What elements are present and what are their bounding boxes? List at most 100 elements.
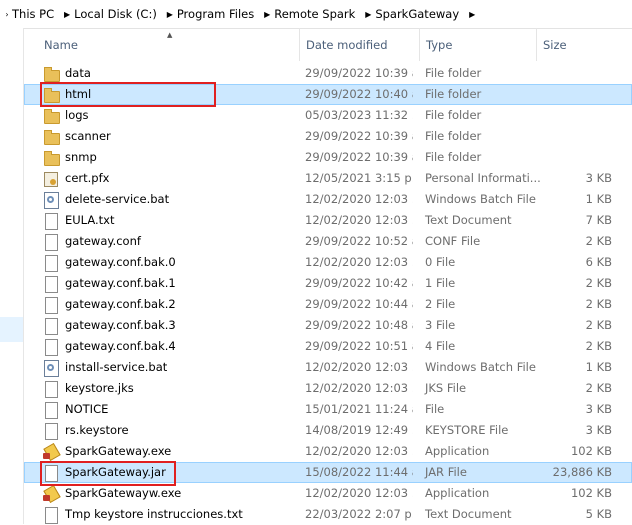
file-size: 7 KB xyxy=(585,213,612,227)
file-type: JKS File xyxy=(425,381,467,395)
file-date-modified: 29/09/2022 10:44 a... xyxy=(305,297,413,311)
navigation-pane[interactable] xyxy=(0,28,24,524)
file-row[interactable]: logs 05/03/2023 11:32 ... File folder xyxy=(24,105,632,126)
file-type: 3 File xyxy=(425,318,456,332)
column-header-size-label: Size xyxy=(543,37,567,52)
file-row[interactable]: gateway.conf.bak.0 12/02/2020 12:03 ... 0 … xyxy=(24,252,632,273)
file-date-modified: 29/09/2022 10:39 a... xyxy=(305,66,413,80)
file-name: gateway.conf.bak.0 xyxy=(65,255,176,269)
file-row[interactable]: data 29/09/2022 10:39 a... File folder xyxy=(24,63,632,84)
folder-icon xyxy=(43,129,60,145)
chevron-right-icon[interactable]: ▶ xyxy=(260,10,274,19)
file-size: 2 KB xyxy=(585,339,612,353)
file-row[interactable]: html 29/09/2022 10:40 a... File folder xyxy=(24,84,632,105)
file-row[interactable]: NOTICE 15/01/2021 11:24 a... File 3 KB xyxy=(24,399,632,420)
file-row[interactable]: SparkGatewayw.exe 12/02/2020 12:03 ... App… xyxy=(24,483,632,504)
address-breadcrumb[interactable]: › This PC ▶ Local Disk (C:) ▶ Program Fi… xyxy=(0,0,632,29)
file-name: gateway.conf.bak.3 xyxy=(65,318,176,332)
column-header-bar: ▲ Name Date modified Type Size xyxy=(24,28,632,61)
document-icon xyxy=(43,381,59,398)
file-type: CONF File xyxy=(425,234,481,248)
document-icon xyxy=(43,276,59,293)
file-name: EULA.txt xyxy=(65,213,115,227)
file-size: 3 KB xyxy=(585,402,612,416)
file-name: html xyxy=(65,87,92,101)
document-icon xyxy=(43,339,59,356)
file-row[interactable]: cert.pfx 12/05/2021 3:15 p.... Personal In… xyxy=(24,168,632,189)
file-name: gateway.conf.bak.4 xyxy=(65,339,176,353)
folder-icon xyxy=(43,66,60,82)
file-row[interactable]: Tmp keystore instrucciones.txt 22/03/2022… xyxy=(24,504,632,525)
file-size: 3 KB xyxy=(585,171,612,185)
chevron-right-icon[interactable]: ▶ xyxy=(361,10,375,19)
batch-file-icon xyxy=(43,192,59,209)
file-name: cert.pfx xyxy=(65,171,110,185)
file-type: KEYSTORE File xyxy=(425,423,509,437)
file-size: 2 KB xyxy=(585,381,612,395)
column-header-date[interactable]: Date modified xyxy=(300,28,420,61)
file-name: gateway.conf.bak.2 xyxy=(65,297,176,311)
column-header-type-label: Type xyxy=(426,37,453,52)
file-type: 2 File xyxy=(425,297,456,311)
file-date-modified: 12/02/2020 12:03 ... xyxy=(305,444,413,458)
file-name: install-service.bat xyxy=(65,360,168,374)
file-name: delete-service.bat xyxy=(65,192,170,206)
document-icon xyxy=(43,402,59,419)
file-row[interactable]: gateway.conf.bak.1 29/09/2022 10:42 a... 1… xyxy=(24,273,632,294)
file-row[interactable]: gateway.conf.bak.2 29/09/2022 10:44 a... 2… xyxy=(24,294,632,315)
file-size: 2 KB xyxy=(585,276,612,290)
chevron-right-icon[interactable]: › xyxy=(2,10,12,19)
breadcrumb-sparkgateway[interactable]: SparkGateway xyxy=(375,7,465,21)
file-row[interactable]: delete-service.bat 12/02/2020 12:03 ... Wi… xyxy=(24,189,632,210)
breadcrumb-program-files[interactable]: Program Files xyxy=(177,7,260,21)
file-type: 1 File xyxy=(425,276,456,290)
file-type: Text Document xyxy=(425,507,512,521)
application-icon xyxy=(43,486,59,502)
column-header-type[interactable]: Type xyxy=(420,28,537,61)
navigation-selected-item[interactable] xyxy=(0,317,23,342)
folder-icon xyxy=(43,87,60,103)
file-size: 102 KB xyxy=(570,486,612,500)
file-name: SparkGateway.exe xyxy=(65,444,172,458)
file-date-modified: 29/09/2022 10:48 a... xyxy=(305,318,413,332)
column-header-size[interactable]: Size xyxy=(537,28,632,61)
breadcrumb-this-pc[interactable]: This PC xyxy=(12,7,60,21)
chevron-right-icon[interactable]: ▶ xyxy=(465,10,479,19)
file-name: keystore.jks xyxy=(65,381,134,395)
file-date-modified: 29/09/2022 10:40 a... xyxy=(305,87,413,101)
file-name: gateway.conf.bak.1 xyxy=(65,276,176,290)
column-header-date-label: Date modified xyxy=(306,37,388,52)
file-name: NOTICE xyxy=(65,402,109,416)
column-header-name[interactable]: Name xyxy=(38,28,300,61)
breadcrumb-local-disk[interactable]: Local Disk (C:) xyxy=(74,7,163,21)
batch-file-icon xyxy=(43,360,59,377)
file-row[interactable]: gateway.conf 29/09/2022 10:52 a... CONF Fi… xyxy=(24,231,632,252)
file-type: Application xyxy=(425,486,490,500)
file-name: Tmp keystore instrucciones.txt xyxy=(65,507,243,521)
file-type: Windows Batch File xyxy=(425,192,536,206)
file-row[interactable]: SparkGateway.jar 15/08/2022 11:44 a... JAR… xyxy=(24,462,632,483)
file-size: 102 KB xyxy=(570,444,612,458)
file-row[interactable]: snmp 29/09/2022 10:39 a... File folder xyxy=(24,147,632,168)
chevron-right-icon[interactable]: ▶ xyxy=(60,10,74,19)
file-name: scanner xyxy=(65,129,111,143)
file-type: 0 File xyxy=(425,255,456,269)
file-size: 23,886 KB xyxy=(552,465,612,479)
file-row[interactable]: EULA.txt 12/02/2020 12:03 ... Text Documen… xyxy=(24,210,632,231)
file-row[interactable]: SparkGateway.exe 12/02/2020 12:03 ... Appl… xyxy=(24,441,632,462)
column-header-name-label: Name xyxy=(44,37,78,52)
file-row[interactable]: gateway.conf.bak.3 29/09/2022 10:48 a... 3… xyxy=(24,315,632,336)
document-icon xyxy=(43,297,59,314)
document-icon xyxy=(43,318,59,335)
file-row[interactable]: keystore.jks 12/02/2020 12:03 ... JKS File… xyxy=(24,378,632,399)
file-row[interactable]: rs.keystore 14/08/2019 12:49 ... KEYSTORE … xyxy=(24,420,632,441)
chevron-right-icon[interactable]: ▶ xyxy=(163,10,177,19)
file-date-modified: 29/09/2022 10:51 a... xyxy=(305,339,413,353)
file-size: 1 KB xyxy=(585,360,612,374)
file-date-modified: 15/01/2021 11:24 a... xyxy=(305,402,413,416)
breadcrumb-remote-spark[interactable]: Remote Spark xyxy=(274,7,361,21)
file-row[interactable]: gateway.conf.bak.4 29/09/2022 10:51 a... 4… xyxy=(24,336,632,357)
document-icon xyxy=(43,465,59,482)
file-row[interactable]: scanner 29/09/2022 10:39 a... File folder xyxy=(24,126,632,147)
file-row[interactable]: install-service.bat 12/02/2020 12:03 ... W… xyxy=(24,357,632,378)
